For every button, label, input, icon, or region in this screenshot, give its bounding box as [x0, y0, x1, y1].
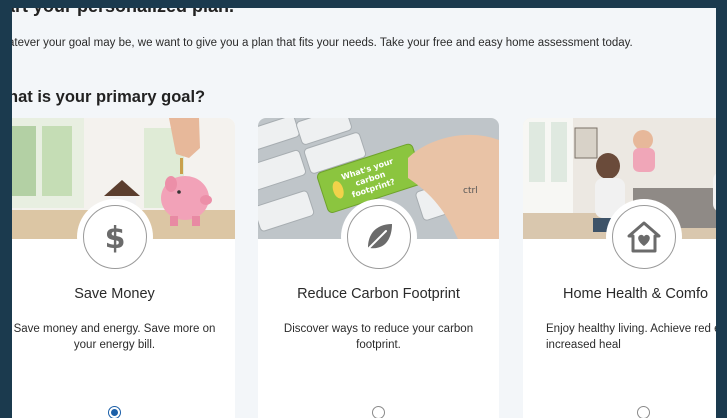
card-description: Save money and energy. Save more on your…	[13, 323, 216, 351]
right-frame-edge	[716, 0, 727, 411]
card-title: Save Money	[74, 286, 155, 302]
leaf-icon-badge	[340, 199, 417, 275]
card-description: Discover ways to reduce your carbon foot…	[283, 323, 474, 351]
save-money-radio[interactable]	[107, 406, 121, 418]
house-heart-icon-badge	[605, 199, 682, 275]
house-heart-icon	[611, 205, 676, 269]
dollar-icon-badge: $	[76, 199, 153, 275]
intro-text: atever your goal may be, we want to give…	[12, 37, 633, 49]
goal-card-save-money[interactable]: $ Save Money Save money and energy. Save…	[12, 118, 235, 418]
svg-text:$: $	[104, 221, 125, 254]
leaf-icon	[346, 205, 411, 269]
goal-card-reduce-carbon[interactable]: What's your carbon footprint? ctrl Reduc…	[258, 118, 499, 418]
svg-text:ctrl: ctrl	[463, 186, 478, 196]
home-health-radio[interactable]	[636, 406, 650, 418]
reduce-carbon-radio[interactable]	[371, 406, 385, 418]
card-description: Enjoy healthy living. Achieve red energy…	[546, 323, 716, 351]
page-title: art your personalized plan.	[12, 8, 234, 17]
goal-card-home-health[interactable]: Home Health & Comfo Enjoy healthy living…	[523, 118, 716, 418]
card-title: Reduce Carbon Footprint	[297, 286, 460, 302]
page-content: art your personalized plan. atever your …	[12, 8, 716, 418]
card-title: Home Health & Comfo	[563, 286, 709, 302]
goal-question: hat is your primary goal?	[12, 88, 206, 106]
dollar-icon: $	[82, 205, 147, 269]
